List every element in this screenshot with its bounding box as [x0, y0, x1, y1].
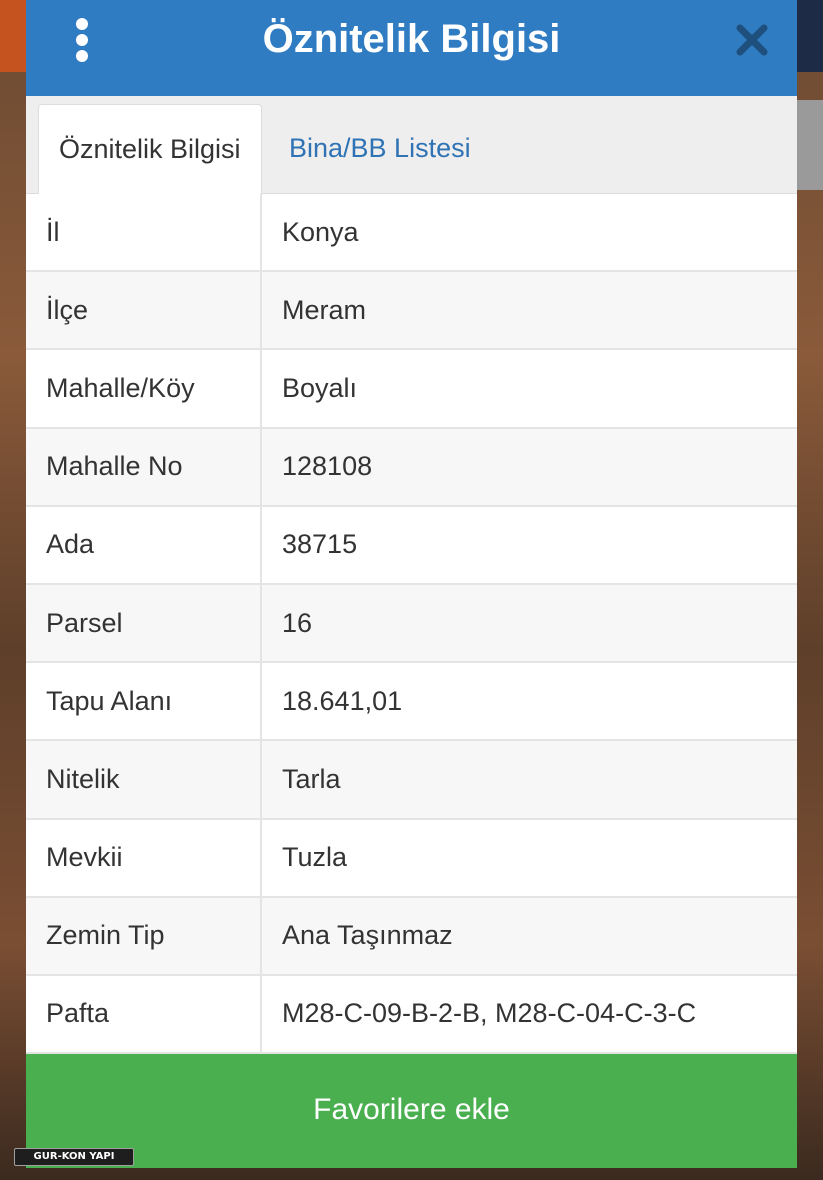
row-value: 18.641,01	[282, 685, 403, 716]
table-row: Mevkii Tuzla	[26, 819, 797, 898]
row-label: Parsel	[26, 584, 262, 662]
scrollbar[interactable]	[797, 100, 823, 190]
table-row: Pafta M28-C-09-B-2-B, M28-C-04-C-3-C	[26, 975, 797, 1055]
attribute-dialog: Öznitelik Bilgisi Öznitelik Bilgisi Bina…	[26, 0, 797, 1168]
company-badge: GUR-KON YAPI	[14, 1148, 134, 1166]
row-value: 38715	[282, 529, 358, 560]
table-row: İlçe Meram	[26, 272, 797, 351]
tab-building-list[interactable]: Bina/BB Listesi	[269, 104, 491, 193]
table-row: İl Konya	[26, 194, 797, 273]
row-label: İl	[26, 194, 262, 271]
row-value: 128108	[282, 451, 373, 482]
row-label: Ada	[26, 506, 262, 583]
table-row: Nitelik Tarla	[26, 741, 797, 820]
tab-bar: Öznitelik Bilgisi Bina/BB Listesi	[26, 96, 797, 194]
row-label: Tapu Alanı	[26, 663, 262, 740]
close-icon[interactable]	[734, 22, 770, 58]
attribute-table: İl Konya İlçe Meram Mahalle/Köy Boyalı M…	[26, 194, 797, 1055]
table-row: Mahalle/Köy Boyalı	[26, 350, 797, 429]
tab-attribute-info[interactable]: Öznitelik Bilgisi	[38, 104, 262, 194]
table-row: Tapu Alanı 18.641,01	[26, 663, 797, 742]
table-row: Ada 38715	[26, 506, 797, 585]
row-label: Mahalle/Köy	[26, 350, 262, 427]
row-value: Boyalı	[282, 372, 358, 403]
background-strip-left	[0, 0, 26, 72]
dialog-header: Öznitelik Bilgisi	[26, 0, 797, 96]
row-value: 16	[282, 607, 313, 638]
row-label: Nitelik	[26, 741, 262, 818]
table-row: Zemin Tip Ana Taşınmaz	[26, 897, 797, 976]
row-label: Mevkii	[26, 819, 262, 896]
add-to-favorites-button[interactable]: Favorilere ekle	[26, 1054, 797, 1168]
row-label: Pafta	[26, 975, 262, 1053]
background-strip-right	[797, 0, 823, 72]
row-value: Meram	[282, 294, 367, 325]
row-value: Ana Taşınmaz	[282, 920, 453, 951]
row-label: Zemin Tip	[26, 897, 262, 974]
row-value: Tarla	[282, 763, 341, 794]
row-label: Mahalle No	[26, 428, 262, 505]
row-value: Konya	[282, 216, 359, 247]
table-row: Mahalle No 128108	[26, 428, 797, 507]
row-value: M28-C-09-B-2-B, M28-C-04-C-3-C	[282, 998, 697, 1029]
table-row: Parsel 16	[26, 584, 797, 664]
dialog-title: Öznitelik Bilgisi	[262, 17, 561, 61]
row-value: Tuzla	[282, 842, 348, 873]
row-label: İlçe	[26, 272, 262, 349]
